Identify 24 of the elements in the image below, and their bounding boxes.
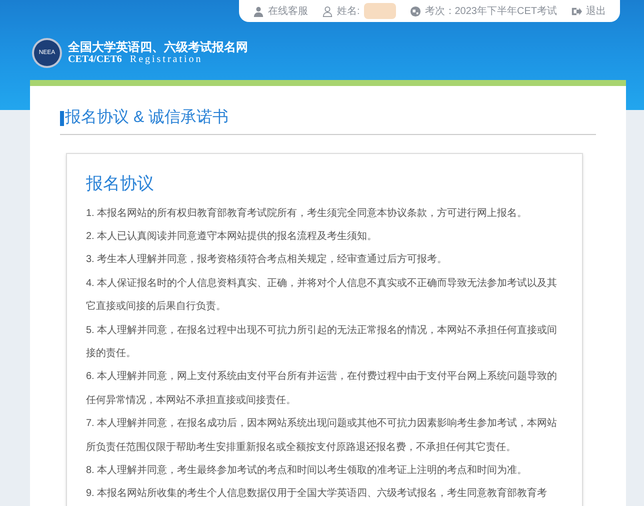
agreement-clause: 4. 本人保证报名时的个人信息资料真实、正确，并将对个人信息不真实或不正确而导致无法参加考试以及其它直接或间接的后果自行负责。 — [86, 276, 558, 314]
agreement-clause: 6. 本人理解并同意，网上支付系统由支付平台所有并运营，在付费过程中由于支付平台网上系统问题导致的任何异常情况，本网站不承担直接或间接责任。 — [86, 370, 558, 408]
user-icon — [322, 6, 333, 16]
globe-icon — [410, 6, 421, 16]
online-service-link[interactable]: 在线客服 — [268, 4, 308, 18]
agreement-clause: 8. 本人理解并同意，考生最终参加考试的考点和时间以考生领取的准考证上注明的考点和时间为准。 — [86, 464, 528, 478]
agreement-heading: 报名协议 — [86, 173, 155, 195]
toolbar-label: 姓名: — [336, 4, 360, 18]
toolbar-label: 考次：2023年下半年CET考试 — [424, 4, 557, 18]
agreement-clause: 7. 本人理解并同意，在报名成功后，因本网站系统出现问题或其他不可抗力因素影响考生参加考试，本网站所负责任范围仅限于帮助考生安排重新报名或全额按支付原路退还报名费，不承担任何其它责任。 — [86, 416, 558, 455]
logout-link[interactable]: 退出 — [586, 4, 606, 18]
logout-icon — [571, 6, 582, 16]
agreement-clause: 2. 本人已认真阅读并同意遵守本网站提供的报名流程及考生须知。 — [86, 230, 378, 244]
agreement-clause: 1. 本报名网站的所有权归教育部教育考试院所有，考生须完全同意本协议条款，方可进行网上报名。 — [86, 206, 528, 220]
agreement-clause: 9. 本报名网站所收集的考生个人信息数据仅用于全国大学英语四、六级考试报名，考生同意教育部教育考 — [86, 486, 548, 502]
site-title: 全国大学英语四、六级考试报名网 — [68, 40, 248, 54]
person-icon — [252, 6, 264, 16]
blurred-name-placeholder — [364, 3, 396, 19]
agreement-clause: 5. 本人理解并同意，在报名过程中出现不可抗力所引起的无法正常报名的情况，本网站不承担任何直接或间接的责任。 — [86, 324, 558, 361]
agreement-clause: 3. 考生本人理解并同意，报考资格须符合考点相关规定，经审查通过后方可报考。 — [86, 252, 448, 268]
site-subtitle: CET4/CET6 — [68, 54, 122, 66]
page-title: 报名协议 & 诚信承诺书 — [65, 108, 229, 128]
title-marker — [60, 110, 64, 126]
site-subtitle: Registration — [130, 54, 203, 66]
